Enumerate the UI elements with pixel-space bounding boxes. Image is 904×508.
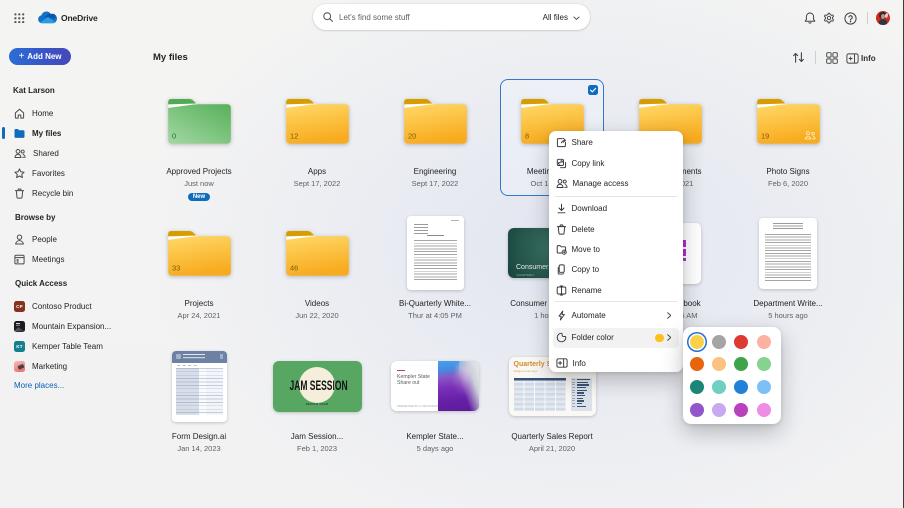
svg-text:0: 0: [172, 131, 176, 140]
svg-text:46: 46: [290, 263, 298, 272]
svg-text:20: 20: [408, 131, 416, 140]
svg-text:8: 8: [525, 131, 529, 140]
svg-text:12: 12: [290, 131, 298, 140]
svg-text:19: 19: [761, 131, 769, 140]
svg-text:33: 33: [172, 263, 180, 272]
